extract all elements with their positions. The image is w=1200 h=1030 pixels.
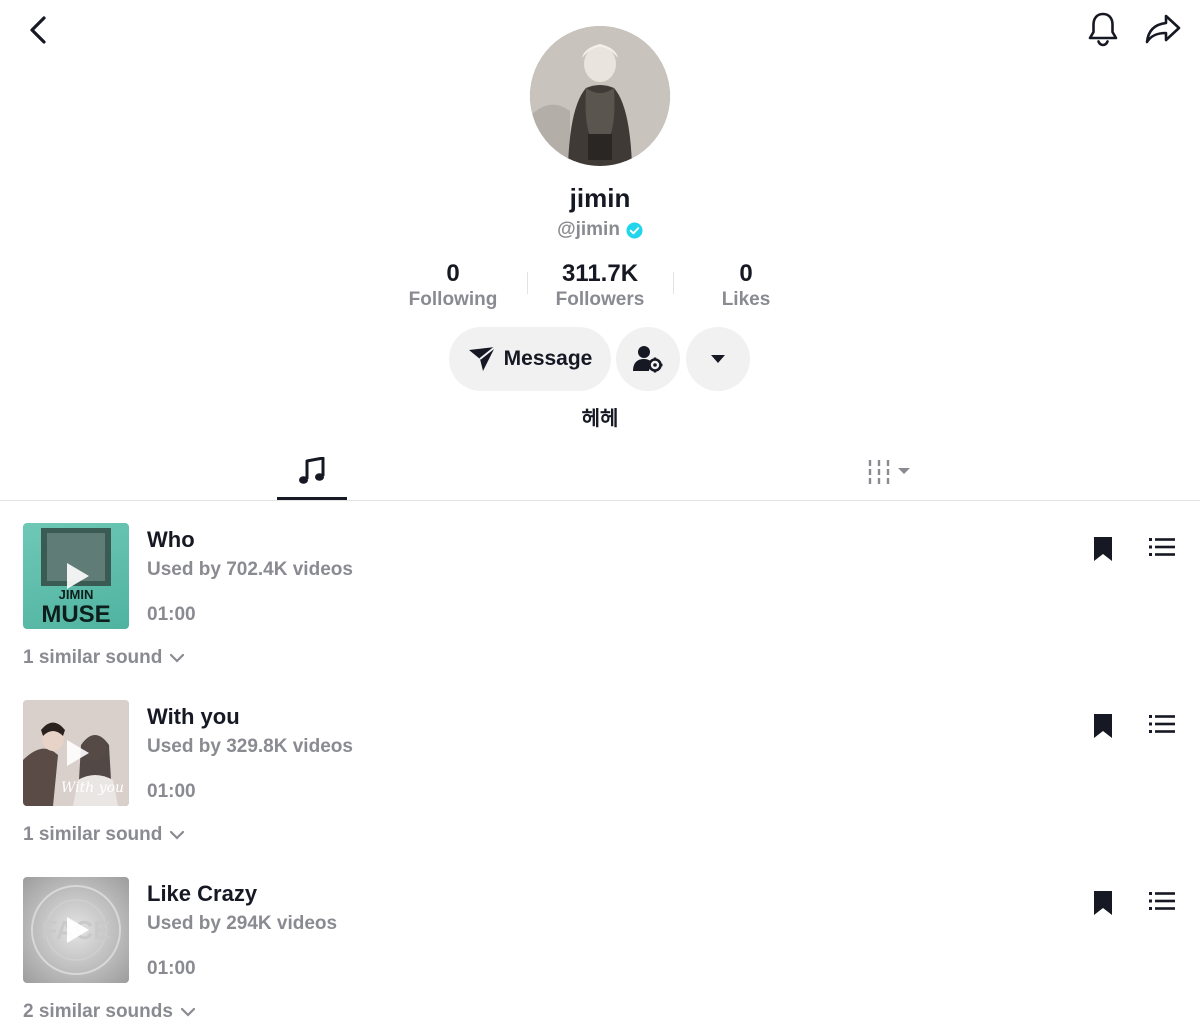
followers-label: Followers: [555, 289, 645, 310]
tab-bar: [0, 443, 1200, 501]
message-label: Message: [503, 347, 593, 370]
more-options-button[interactable]: [686, 327, 750, 391]
sound-duration: 01:00: [147, 781, 196, 802]
chevron-down-icon: [180, 1007, 195, 1017]
similar-sounds-label: 1 similar sound: [23, 647, 163, 668]
back-button[interactable]: [18, 10, 58, 50]
sound-usage: Used by 702.4K videos: [147, 559, 353, 580]
share-arrow-icon: [1145, 14, 1181, 44]
notification-button[interactable]: [1083, 9, 1123, 49]
display-name: jimin: [569, 183, 631, 213]
handle-row: @jimin: [0, 219, 1200, 241]
chevron-left-icon: [30, 16, 46, 44]
list-item: FACE Like Crazy Used by 294K videos 01:0…: [0, 877, 1200, 1030]
sound-usage: Used by 329.8K videos: [147, 736, 353, 757]
followers-count: 311.7K: [561, 260, 639, 287]
similar-sounds-label: 2 similar sounds: [23, 1001, 173, 1022]
sound-duration: 01:00: [147, 958, 196, 979]
tab-active-indicator: [277, 497, 347, 500]
sound-title[interactable]: Who: [147, 527, 195, 553]
sound-title[interactable]: With you: [147, 704, 240, 730]
following-label: Following: [408, 289, 498, 310]
likes-label: Likes: [721, 289, 771, 310]
stat-divider: [673, 272, 674, 294]
sound-cover-like-crazy[interactable]: FACE: [23, 877, 129, 983]
bookmark-icon: [1094, 714, 1112, 738]
list-icon: [1149, 538, 1175, 556]
bookmark-button[interactable]: [1090, 712, 1116, 740]
stat-following[interactable]: 0 Following: [378, 260, 528, 312]
bookmark-button[interactable]: [1090, 535, 1116, 563]
music-note-icon: [299, 456, 325, 484]
likes-count: 0: [739, 260, 753, 287]
message-button[interactable]: Message: [449, 327, 611, 391]
sound-usage: Used by 294K videos: [147, 913, 338, 934]
chevron-down-icon: [170, 653, 185, 663]
list-icon: [1149, 715, 1175, 733]
bell-icon: [1088, 12, 1118, 47]
share-button[interactable]: [1141, 9, 1185, 49]
list-item: JIMIN MUSE Who Used by 702.4K videos 01:…: [0, 523, 1200, 693]
add-to-playlist-button[interactable]: [1147, 889, 1177, 913]
stat-followers[interactable]: 311.7K Followers: [525, 260, 675, 312]
tab-filter[interactable]: [850, 443, 930, 500]
similar-sounds-toggle[interactable]: 1 similar sound: [23, 824, 185, 846]
play-icon: [23, 877, 129, 983]
stats-row: 0 Following 311.7K Followers 0 Likes: [0, 260, 1200, 320]
avatar-photo: [530, 26, 670, 166]
list-item: With you With you Used by 329.8K videos …: [0, 700, 1200, 870]
bio-text: 헤헤: [581, 408, 619, 430]
similar-sounds-toggle[interactable]: 2 similar sounds: [23, 1001, 195, 1023]
similar-sounds-toggle[interactable]: 1 similar sound: [23, 647, 185, 669]
similar-sounds-label: 1 similar sound: [23, 824, 163, 845]
caret-down-icon: [711, 355, 725, 363]
sound-duration: 01:00: [147, 604, 196, 625]
tab-music[interactable]: [277, 443, 347, 500]
action-buttons: Message: [0, 327, 1200, 391]
sliders-dropdown-icon: [868, 459, 910, 484]
send-icon: [468, 346, 496, 371]
username-handle: @jimin: [557, 219, 620, 240]
add-to-playlist-button[interactable]: [1147, 535, 1177, 559]
verified-badge-icon: [626, 221, 643, 239]
stat-divider: [527, 272, 528, 294]
bookmark-button[interactable]: [1090, 889, 1116, 917]
sound-cover-who[interactable]: JIMIN MUSE: [23, 523, 129, 629]
bookmark-icon: [1094, 537, 1112, 561]
user-gear-icon: [633, 346, 663, 373]
avatar[interactable]: [530, 26, 670, 166]
following-count: 0: [446, 260, 460, 287]
sound-title[interactable]: Like Crazy: [147, 881, 257, 907]
stat-likes[interactable]: 0 Likes: [671, 260, 821, 312]
play-icon: [23, 700, 129, 806]
chevron-down-icon: [170, 830, 185, 840]
friend-settings-button[interactable]: [616, 327, 680, 391]
list-icon: [1149, 892, 1175, 910]
play-icon: [23, 523, 129, 629]
sound-cover-with-you[interactable]: With you: [23, 700, 129, 806]
bookmark-icon: [1094, 891, 1112, 915]
add-to-playlist-button[interactable]: [1147, 712, 1177, 736]
